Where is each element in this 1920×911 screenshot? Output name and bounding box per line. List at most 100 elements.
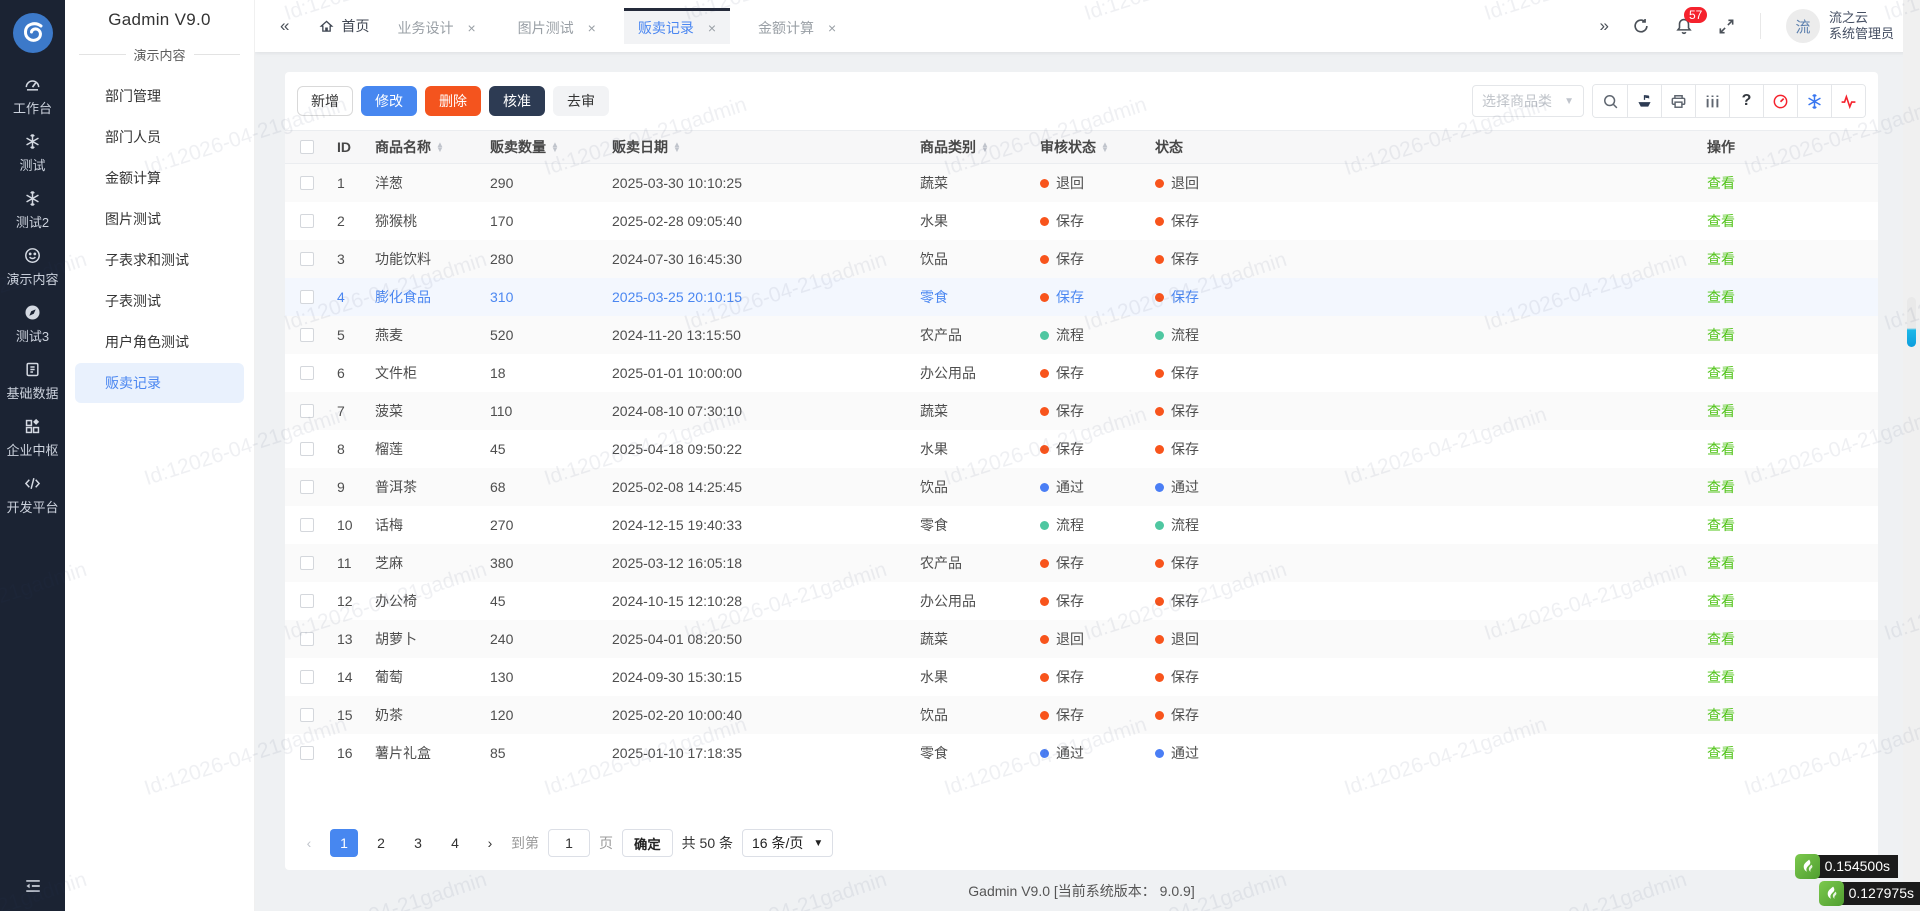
sidebar-item-部门管理[interactable]: 部门管理 (75, 76, 244, 116)
rail-item-演示内容[interactable]: 演示内容 (0, 246, 65, 288)
rail-item-企业中枢[interactable]: 企业中枢 (0, 417, 65, 459)
gauge-icon[interactable] (1763, 85, 1797, 117)
snowflake-icon[interactable] (1797, 85, 1831, 117)
sort-icon[interactable]: ▲ ▼ (1101, 141, 1109, 154)
view-link[interactable]: 查看 (1707, 631, 1735, 647)
修改-button[interactable]: 修改 (361, 86, 417, 116)
view-link[interactable]: 查看 (1707, 707, 1735, 723)
category-filter-select[interactable]: 选择商品类 ▼ (1472, 85, 1584, 117)
table-row[interactable]: 7 菠菜 110 2024-08-10 07:30:10 蔬菜 保存 保存 查看 (285, 392, 1878, 430)
search-icon[interactable] (1593, 85, 1627, 117)
row-checkbox[interactable] (300, 442, 314, 456)
page-button-4[interactable]: 4 (441, 829, 469, 857)
row-checkbox[interactable] (300, 518, 314, 532)
去审-button[interactable]: 去审 (553, 86, 609, 116)
核准-button[interactable]: 核准 (489, 86, 545, 116)
fullscreen-icon[interactable] (1718, 18, 1735, 35)
view-link[interactable]: 查看 (1707, 517, 1735, 533)
sort-icon[interactable]: ▲ ▼ (673, 141, 681, 154)
view-link[interactable]: 查看 (1707, 593, 1735, 609)
export-icon[interactable] (1627, 85, 1661, 117)
row-checkbox[interactable] (300, 328, 314, 342)
view-link[interactable]: 查看 (1707, 365, 1735, 381)
table-row[interactable]: 8 榴莲 45 2025-04-18 09:50:22 水果 保存 保存 查看 (285, 430, 1878, 468)
view-link[interactable]: 查看 (1707, 441, 1735, 457)
page-size-select[interactable]: 16 条/页 ▼ (742, 829, 834, 857)
rail-item-开发平台[interactable]: 开发平台 (0, 474, 65, 516)
sidebar-item-贩卖记录[interactable]: 贩卖记录 (75, 363, 244, 403)
row-checkbox[interactable] (300, 480, 314, 494)
tab-close-icon[interactable]: × (708, 20, 716, 36)
row-checkbox[interactable] (300, 252, 314, 266)
view-link[interactable]: 查看 (1707, 251, 1735, 267)
view-link[interactable]: 查看 (1707, 745, 1735, 761)
sidebar-expand-icon[interactable]: » (1600, 16, 1610, 36)
row-checkbox[interactable] (300, 632, 314, 646)
table-row[interactable]: 4 膨化食品 310 2025-03-25 20:10:15 零食 保存 保存 查看 (285, 278, 1878, 316)
page-scrollbar-thumb[interactable] (1907, 297, 1916, 347)
help-icon[interactable]: ? (1729, 85, 1763, 117)
sidebar-item-子表求和测试[interactable]: 子表求和测试 (75, 240, 244, 280)
view-link[interactable]: 查看 (1707, 669, 1735, 685)
sidebar-item-子表测试[interactable]: 子表测试 (75, 281, 244, 321)
print-icon[interactable] (1661, 85, 1695, 117)
sidebar-item-图片测试[interactable]: 图片测试 (75, 199, 244, 239)
row-checkbox[interactable] (300, 708, 314, 722)
table-row[interactable]: 12 办公椅 45 2024-10-15 12:10:28 办公用品 保存 保存 查看 (285, 582, 1878, 620)
goto-confirm-button[interactable]: 确定 (622, 829, 673, 857)
page-button-2[interactable]: 2 (367, 829, 395, 857)
app-logo[interactable] (12, 13, 53, 53)
rail-item-测试3[interactable]: 测试3 (0, 303, 65, 345)
row-checkbox[interactable] (300, 176, 314, 190)
table-row[interactable]: 2 猕猴桃 170 2025-02-28 09:05:40 水果 保存 保存 查看 (285, 202, 1878, 240)
tab-业务设计[interactable]: 业务设计 × (383, 8, 489, 44)
notifications-bell-icon[interactable]: 57 (1675, 6, 1708, 36)
menu-fold-icon[interactable] (0, 877, 65, 895)
select-all-checkbox[interactable] (300, 140, 314, 154)
tab-close-icon[interactable]: × (467, 20, 475, 36)
pulse-icon[interactable] (1831, 85, 1865, 117)
row-checkbox[interactable] (300, 366, 314, 380)
sort-icon[interactable]: ▲ ▼ (436, 141, 444, 154)
row-checkbox[interactable] (300, 290, 314, 304)
table-row[interactable]: 15 奶茶 120 2025-02-20 10:00:40 饮品 保存 保存 查看 (285, 696, 1878, 734)
table-row[interactable]: 9 普洱茶 68 2025-02-08 14:25:45 饮品 通过 通过 查看 (285, 468, 1878, 506)
tab-close-icon[interactable]: × (828, 20, 836, 36)
row-checkbox[interactable] (300, 746, 314, 760)
table-row[interactable]: 16 薯片礼盒 85 2025-01-10 17:18:35 零食 通过 通过 查看 (285, 734, 1878, 772)
row-checkbox[interactable] (300, 404, 314, 418)
next-page-button[interactable]: › (478, 835, 502, 851)
view-link[interactable]: 查看 (1707, 327, 1735, 343)
table-row[interactable]: 11 芝麻 380 2025-03-12 16:05:18 农产品 保存 保存 查看 (285, 544, 1878, 582)
rail-item-基础数据[interactable]: 基础数据 (0, 360, 65, 402)
page-scrollbar-track[interactable] (1903, 0, 1920, 911)
page-button-1[interactable]: 1 (330, 829, 358, 857)
columns-icon[interactable] (1695, 85, 1729, 117)
row-checkbox[interactable] (300, 556, 314, 570)
tab-home[interactable]: 首页 (319, 16, 369, 36)
row-checkbox[interactable] (300, 670, 314, 684)
rail-item-测试2[interactable]: 测试2 (0, 189, 65, 231)
新增-button[interactable]: 新增 (297, 86, 353, 116)
sort-icon[interactable]: ▲ ▼ (981, 141, 989, 154)
row-checkbox[interactable] (300, 594, 314, 608)
table-row[interactable]: 10 话梅 270 2024-12-15 19:40:33 零食 流程 流程 查看 (285, 506, 1878, 544)
sidebar-collapse-icon[interactable]: « (280, 16, 290, 36)
view-link[interactable]: 查看 (1707, 289, 1735, 305)
rail-item-测试[interactable]: 测试 (0, 132, 65, 174)
sidebar-item-金额计算[interactable]: 金额计算 (75, 158, 244, 198)
row-checkbox[interactable] (300, 214, 314, 228)
table-row[interactable]: 14 葡萄 130 2024-09-30 15:30:15 水果 保存 保存 查看 (285, 658, 1878, 696)
sidebar-item-用户角色测试[interactable]: 用户角色测试 (75, 322, 244, 362)
sort-icon[interactable]: ▲ ▼ (551, 141, 559, 154)
table-row[interactable]: 13 胡萝卜 240 2025-04-01 08:20:50 蔬菜 退回 退回 查看 (285, 620, 1878, 658)
table-row[interactable]: 5 燕麦 520 2024-11-20 13:15:50 农产品 流程 流程 查看 (285, 316, 1878, 354)
prev-page-button[interactable]: ‹ (297, 835, 321, 851)
table-row[interactable]: 3 功能饮料 280 2024-07-30 16:45:30 饮品 保存 保存 查看 (285, 240, 1878, 278)
refresh-icon[interactable] (1632, 17, 1650, 35)
删除-button[interactable]: 删除 (425, 86, 481, 116)
view-link[interactable]: 查看 (1707, 213, 1735, 229)
table-row[interactable]: 6 文件柜 18 2025-01-01 10:00:00 办公用品 保存 保存 查看 (285, 354, 1878, 392)
tab-贩卖记录[interactable]: 贩卖记录 × (623, 8, 731, 44)
user-menu[interactable]: 流 流之云 系统管理员 (1785, 9, 1894, 43)
